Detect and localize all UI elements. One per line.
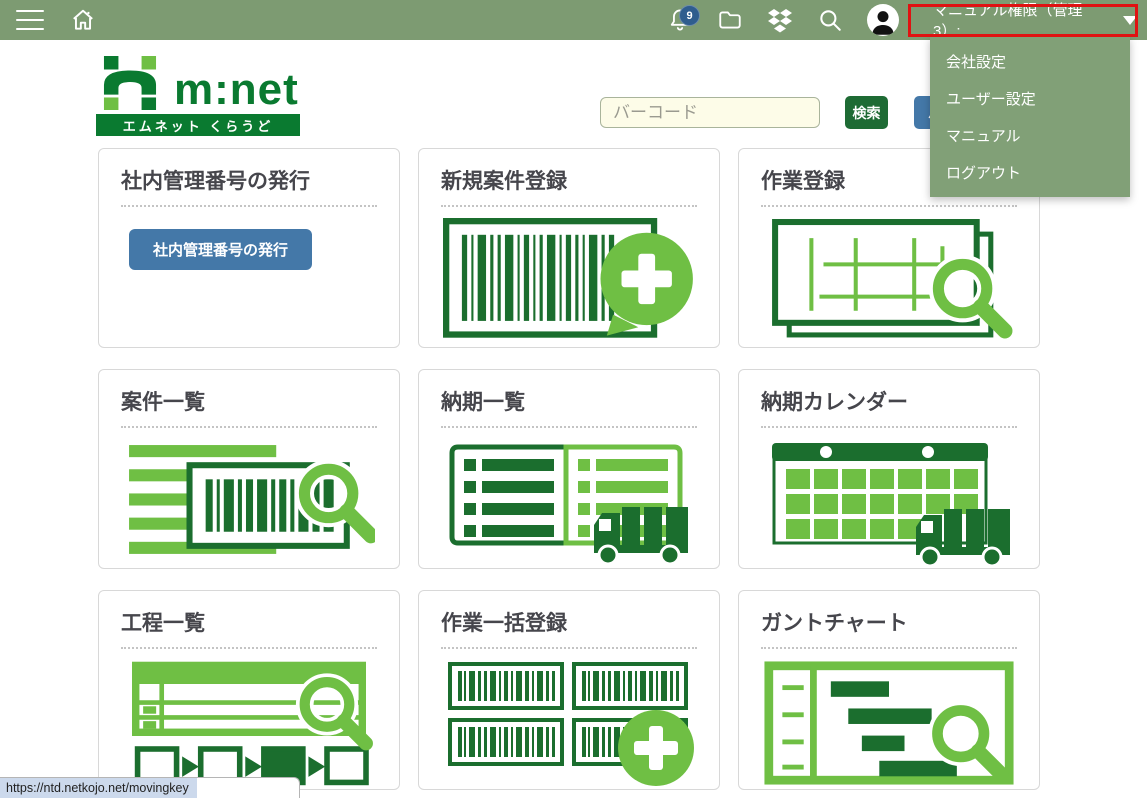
search-button[interactable]: 検索	[845, 96, 888, 129]
card-delivery-calendar[interactable]: 納期カレンダー	[738, 369, 1040, 569]
card-new-project[interactable]: 新規案件登録	[418, 148, 720, 348]
calendar-truck-icon	[763, 437, 1015, 567]
dashboard-grid: 社内管理番号の発行 社内管理番号の発行 新規案件登録	[98, 148, 1040, 790]
user-avatar[interactable]	[867, 4, 899, 36]
card-title: 案件一覧	[121, 386, 377, 428]
card-title: ガントチャート	[761, 607, 1017, 649]
chevron-down-icon	[1123, 16, 1137, 25]
card-title: 作業一括登録	[441, 607, 697, 649]
menu-item-company-settings[interactable]: 会社設定	[930, 43, 1130, 80]
card-title: 工程一覧	[121, 607, 377, 649]
folder-icon[interactable]	[717, 7, 743, 33]
card-delivery-list[interactable]: 納期一覧	[418, 369, 720, 569]
ledger-truck-icon	[443, 437, 695, 567]
card-internal-number-issue: 社内管理番号の発行 社内管理番号の発行	[98, 148, 400, 348]
brand-name: m:net	[174, 70, 299, 110]
status-url: https://ntd.netkojo.net/movingkey	[0, 778, 197, 798]
account-dropdown-menu: 会社設定 ユーザー設定 マニュアル ログアウト	[930, 37, 1130, 197]
hamburger-menu-icon[interactable]	[16, 10, 44, 30]
card-title: 納期カレンダー	[761, 386, 1017, 428]
search-icon[interactable]	[817, 7, 843, 33]
notification-badge: 9	[679, 5, 700, 26]
account-menu-button[interactable]: マニュアル権限（管理3）:...	[923, 0, 1137, 41]
notifications-button[interactable]: 9	[667, 7, 693, 33]
status-bar: https://ntd.netkojo.net/movingkey	[0, 777, 300, 798]
process-flow-search-icon	[121, 658, 377, 788]
card-bulk-work-register[interactable]: 作業一括登録	[418, 590, 720, 790]
menu-item-manual[interactable]: マニュアル	[930, 117, 1130, 154]
barcode-input[interactable]	[600, 97, 820, 128]
card-gantt-chart[interactable]: ガントチャート	[738, 590, 1040, 790]
brand-subtitle: エムネット くらうど	[96, 114, 300, 136]
worksheet-search-icon	[763, 218, 1015, 344]
topbar: 9 マニュアル権限（管理3）:...	[0, 0, 1147, 40]
issue-internal-number-button[interactable]: 社内管理番号の発行	[129, 229, 312, 270]
home-icon[interactable]	[70, 7, 96, 33]
card-title: 社内管理番号の発行	[121, 165, 377, 207]
card-process-list[interactable]: 工程一覧	[98, 590, 400, 790]
barcodes-plus-icon	[443, 658, 695, 788]
barcode-search-bar: 検索 バ	[600, 96, 974, 129]
app-logo[interactable]: m:net エムネット くらうど	[96, 58, 300, 136]
gantt-search-icon	[761, 660, 1017, 786]
card-title: 新規案件登録	[441, 165, 697, 207]
barcode-plus-icon	[443, 218, 695, 344]
person-icon	[868, 6, 898, 36]
mnet-logo-mark	[96, 56, 164, 110]
card-project-list[interactable]: 案件一覧	[98, 369, 400, 569]
menu-item-user-settings[interactable]: ユーザー設定	[930, 80, 1130, 117]
dropbox-icon[interactable]	[767, 7, 793, 33]
menu-item-logout[interactable]: ログアウト	[930, 154, 1130, 191]
card-title: 納期一覧	[441, 386, 697, 428]
account-label: マニュアル権限（管理3）:...	[933, 0, 1109, 41]
list-barcode-search-icon	[123, 439, 375, 565]
